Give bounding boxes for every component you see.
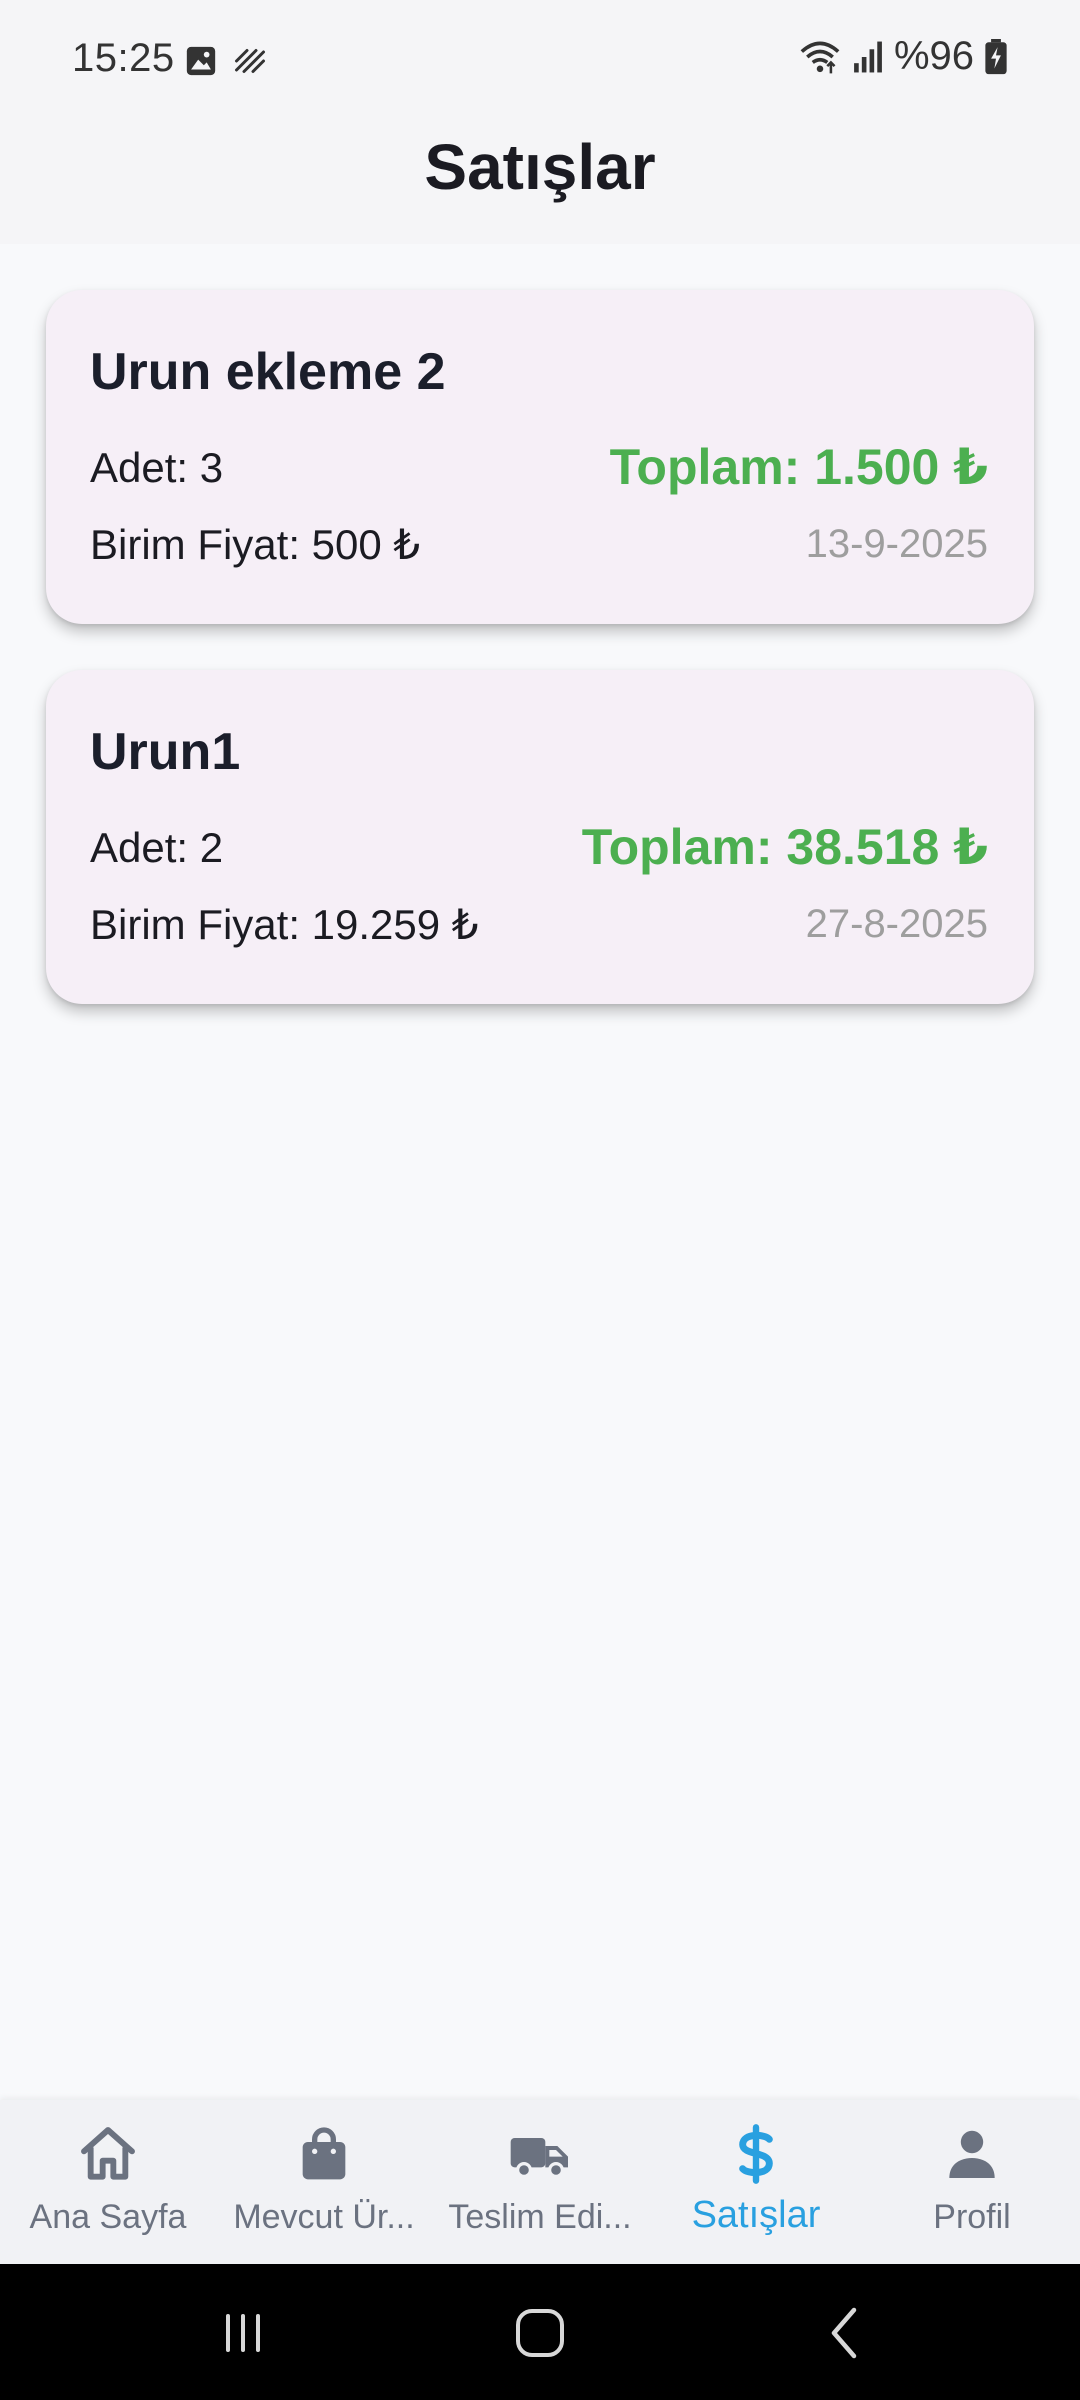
nav-label: Satışlar (691, 2194, 821, 2236)
sale-date: 27-8-2025 (805, 902, 988, 946)
wifi-icon (800, 41, 840, 73)
product-name: Urun ekleme 2 (90, 343, 446, 401)
shopping-bag-icon (302, 2127, 346, 2180)
quantity-label: Adet: 3 (90, 444, 224, 491)
recent-apps-icon[interactable] (218, 2298, 268, 2368)
nav-label: Profil (933, 2198, 1011, 2236)
nav-label: Mevcut Ür... (233, 2198, 415, 2236)
unit-price-label: Birim Fiyat: 500 ₺ (90, 521, 421, 568)
nav-item-profile[interactable]: Profil (864, 2100, 1080, 2264)
home-icon (81, 2127, 135, 2180)
battery-charging-icon (985, 38, 1007, 74)
status-notification-icons (184, 44, 268, 78)
status-bar: 15:25 %96 (0, 0, 1080, 120)
total-label: Toplam: 1.500 ₺ (609, 439, 988, 495)
battery-percentage: %96 (893, 34, 974, 78)
app-bar: Satışlar (0, 120, 1080, 244)
product-name: Urun1 (90, 723, 241, 781)
nav-item-sales[interactable]: Satışlar (648, 2100, 864, 2264)
activity-notification-icon (235, 49, 265, 73)
image-notification-icon (186, 46, 216, 76)
nav-label: Teslim Edi... (448, 2198, 632, 2236)
bottom-navigation: Ana Sayfa Mevcut Ür... Teslim Edi... Sat… (0, 2100, 1080, 2264)
truck-icon (510, 2138, 568, 2179)
home-button-icon[interactable] (512, 2298, 568, 2368)
unit-price-label: Birim Fiyat: 19.259 ₺ (90, 901, 479, 948)
system-navigation-bar (0, 2264, 1080, 2400)
status-right: %96 (798, 34, 1008, 79)
total-label: Toplam: 38.518 ₺ (581, 819, 988, 875)
person-icon (949, 2130, 995, 2178)
nav-item-delivered[interactable]: Teslim Edi... (432, 2100, 648, 2264)
dollar-icon (739, 2124, 773, 2184)
sale-card[interactable]: Urun ekleme 2 Adet: 3 Birim Fiyat: 500 ₺… (46, 290, 1034, 624)
signal-icon (854, 41, 882, 72)
page-title: Satışlar (424, 131, 656, 203)
nav-label: Ana Sayfa (29, 2198, 187, 2236)
quantity-label: Adet: 2 (90, 824, 224, 871)
sale-card[interactable]: Urun1 Adet: 2 Birim Fiyat: 19.259 ₺ Topl… (46, 670, 1034, 1004)
sale-date: 13-9-2025 (805, 522, 988, 566)
nav-item-products[interactable]: Mevcut Ür... (216, 2100, 432, 2264)
status-time: 15:25 (72, 36, 175, 80)
back-icon[interactable] (820, 2298, 870, 2368)
nav-item-home[interactable]: Ana Sayfa (0, 2100, 216, 2264)
